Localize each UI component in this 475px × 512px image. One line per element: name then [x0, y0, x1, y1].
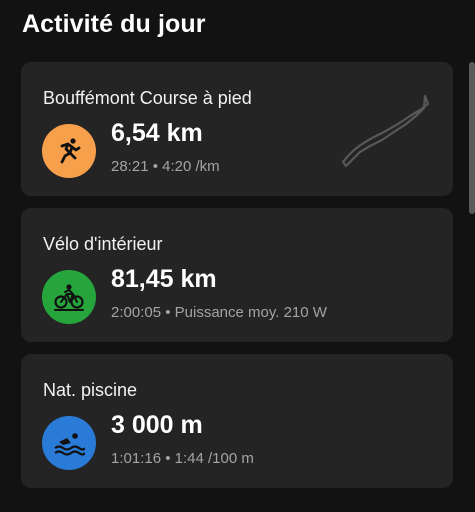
- activity-distance: 81,45 km: [111, 265, 217, 293]
- activity-name: Vélo d'intérieur: [43, 234, 163, 254]
- running-icon: [42, 124, 96, 178]
- route-map-thumbnail: [341, 94, 430, 168]
- activity-name: Nat. piscine: [43, 380, 138, 400]
- swimming-icon: [42, 416, 96, 470]
- activity-card-pool-swim[interactable]: Nat. piscine 3 000 m 1:01:16 • 1:44 /100…: [21, 354, 453, 488]
- activity-name: Bouffémont Course à pied: [43, 88, 252, 108]
- activity-details: 2:00:05 • Puissance moy. 210 W: [111, 304, 327, 321]
- activity-card-indoor-bike[interactable]: Vélo d'intérieur 81,45 km 2:00:05 • Puis…: [21, 208, 453, 342]
- activity-details: 28:21 • 4:20 /km: [111, 158, 220, 175]
- activity-card-running[interactable]: Bouffémont Course à pied 6,54 km 28:21 •…: [21, 62, 453, 196]
- indoor-bike-icon: [42, 270, 96, 324]
- activity-distance: 6,54 km: [111, 119, 203, 147]
- activity-details: 1:01:16 • 1:44 /100 m: [111, 450, 254, 467]
- page-title: Activité du jour: [22, 10, 206, 38]
- activity-distance: 3 000 m: [111, 411, 203, 439]
- scrollbar[interactable]: [469, 62, 475, 214]
